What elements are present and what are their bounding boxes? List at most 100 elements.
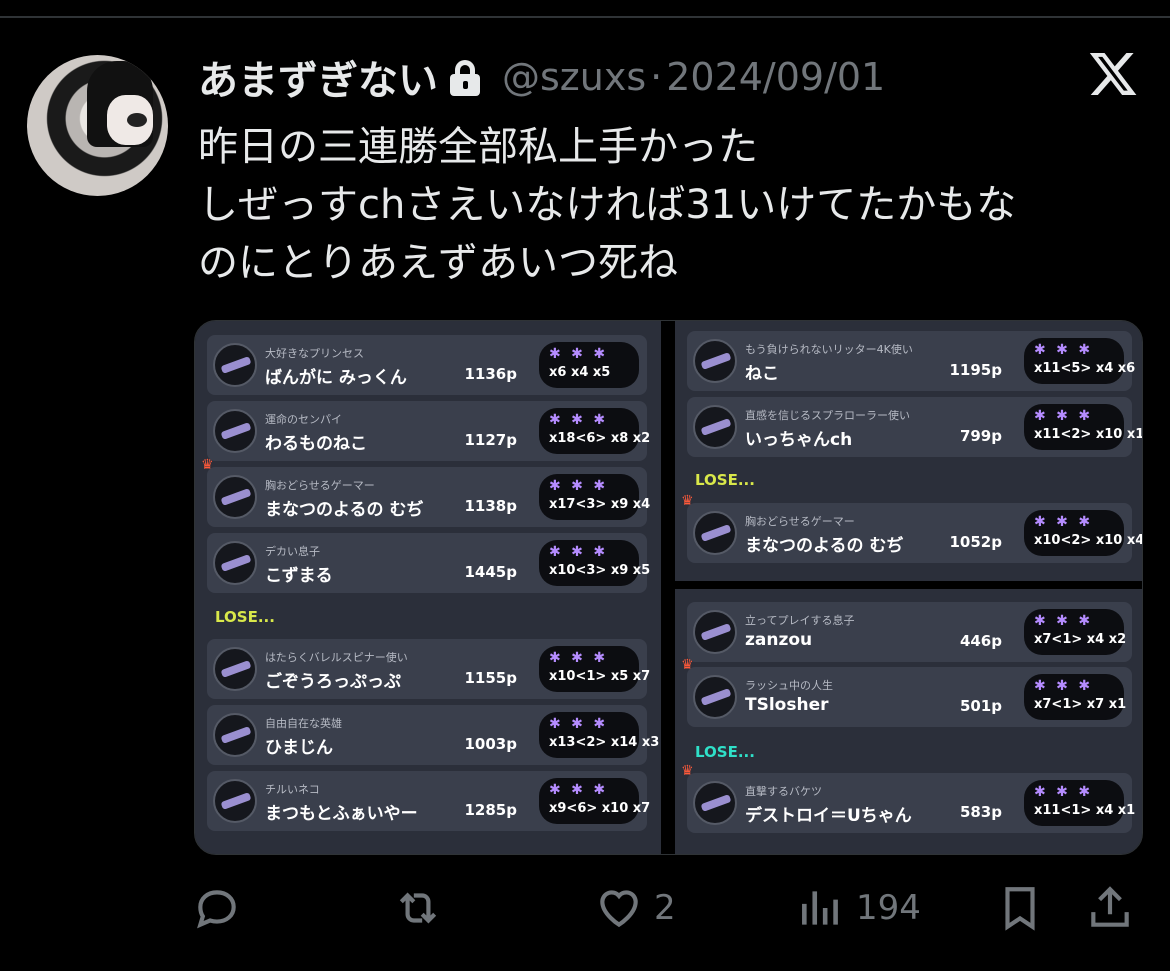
player-name: わるものねこ [265, 434, 367, 454]
crown-icon: ♛ [201, 457, 214, 473]
player-title: デカい息子 [265, 545, 320, 558]
stat-icons: ✱ ✱ ✱ [549, 544, 609, 560]
player-name: いっちゃんch [745, 430, 853, 450]
weapon-icon [213, 713, 257, 757]
player-name: まなつのよるの むぢ [265, 500, 424, 520]
weapon-icon [213, 541, 257, 585]
bookmark-icon [1005, 887, 1035, 931]
player-row: はたらくバレルスピナー使い ごぞうろっぷっぷ 1155p ✱ ✱ ✱ x10<1> x5… [207, 639, 650, 699]
view-count: 194 [856, 888, 921, 928]
crown-icon: ♛ [681, 493, 694, 509]
avatar[interactable] [27, 55, 168, 196]
stat-values: x13<2> x14 x3 [549, 735, 660, 750]
player-name: まなつのよるの むぢ [745, 536, 904, 556]
stat-icons: ✱ ✱ ✱ [549, 412, 609, 428]
heart-icon [600, 890, 638, 928]
player-points: 1195p [949, 361, 1003, 379]
player-points: 446p [959, 632, 1002, 650]
player-name: ごぞうろっぷっぷ [265, 672, 401, 692]
bookmark-button[interactable] [995, 880, 1045, 936]
player-row: デカい息子こずまる 1445p ✱ ✱ ✱ x10<3> x9 x5 [207, 533, 651, 593]
player-title: チルいネコ [265, 783, 320, 796]
tweet-image[interactable]: 大好きなプリンセス ばんがに みっくん 1136p ✱ ✱ ✱ x6 x4 x5 運命のセ… [194, 320, 1143, 855]
player-row: 直感を信じるスプラローラー使いいっちゃんch 799p ✱ ✱ ✱ x11<2> x1… [687, 397, 1142, 457]
handle[interactable]: @szuxs [502, 55, 646, 99]
player-row: 運命のセンパイわるものねこ 1127p ✱ ✱ ✱ x18<6> x8 x2 [207, 401, 650, 461]
player-name: デストロイ＝Uちゃん [745, 806, 912, 826]
player-title: はたらくバレルスピナー使い [265, 651, 408, 664]
stats-badge: ✱ ✱ ✱ x9<6> x10 x7 [539, 778, 650, 824]
like-count: 2 [654, 888, 676, 928]
separator: · [650, 55, 663, 99]
stat-icons: ✱ ✱ ✱ [1034, 514, 1094, 530]
player-name: まつもとふぁいやー [265, 804, 418, 824]
lose-label: LOSE... [215, 608, 275, 626]
display-name[interactable]: あまずぎない [198, 48, 438, 106]
player-row: 立ってプレイする息子 zanzou 446p ✱ ✱ ✱ x7<1> x4 x2 [687, 602, 1132, 662]
stat-values: x10<2> x10 x4 [1034, 533, 1143, 548]
stat-icons: ✱ ✱ ✱ [1034, 342, 1094, 358]
stat-icons: ✱ ✱ ✱ [1034, 408, 1094, 424]
retweet-button[interactable] [393, 880, 443, 936]
stats-badge: ✱ ✱ ✱ x6 x4 x5 [539, 342, 639, 388]
stats-badge: ✱ ✱ ✱ x10<2> x10 x4 [1024, 510, 1142, 556]
player-row: ♛ 直撃するバケツ デストロイ＝Uちゃん 583p ✱ ✱ ✱ x11<1> x4 x1 [681, 763, 1135, 833]
player-title: 直撃するバケツ [745, 785, 822, 798]
share-icon [1091, 886, 1129, 927]
player-row: ♛ 胸おどらせるゲーマー まなつのよるの むぢ 1138p ✱ ✱ ✱ x17<3> x9… [201, 457, 651, 527]
weapon-icon [693, 781, 737, 825]
weapon-icon [693, 405, 737, 449]
left-result-panel: 大好きなプリンセス ばんがに みっくん 1136p ✱ ✱ ✱ x6 x4 x5 運命のセ… [195, 321, 661, 854]
stat-values: x11<2> x10 x1 [1034, 427, 1143, 442]
weapon-icon [693, 339, 737, 383]
stat-values: x10<3> x9 x5 [549, 563, 651, 578]
views-button[interactable]: 194 [796, 880, 921, 936]
weapon-icon [213, 409, 257, 453]
player-points: 799p [959, 427, 1002, 445]
player-points: 1052p [949, 533, 1003, 551]
reply-button[interactable] [192, 880, 242, 936]
stat-values: x11<5> x4 x6 [1034, 361, 1136, 376]
player-title: 自由自在な英雄 [265, 717, 342, 730]
player-title: もう負けられないリッター4K使い [745, 343, 913, 356]
stat-icons: ✱ ✱ ✱ [549, 478, 609, 494]
timestamp[interactable]: 2024/09/01 [666, 55, 885, 99]
crown-icon: ♛ [681, 657, 694, 673]
player-row: ♛ ラッシュ中の人生 TSlosher 501p ✱ ✱ ✱ x7<1> x7 x1 [681, 657, 1132, 727]
stat-values: x9<6> x10 x7 [549, 801, 651, 816]
stat-icons: ✱ ✱ ✱ [1034, 678, 1094, 694]
stat-values: x7<1> x4 x2 [1034, 632, 1127, 647]
player-title: 直感を信じるスプラローラー使い [745, 409, 910, 422]
player-points: 1127p [464, 431, 518, 449]
player-title: 運命のセンパイ [265, 413, 342, 426]
player-row: 自由自在な英雄 ひまじん 1003p ✱ ✱ ✱ x13<2> x14 x3 [207, 705, 659, 765]
weapon-icon [693, 610, 737, 654]
player-name: こずまる [265, 566, 333, 586]
stats-badge: ✱ ✱ ✱ x18<6> x8 x2 [539, 408, 650, 454]
player-row: チルいネコ まつもとふぁいやー 1285p ✱ ✱ ✱ x9<6> x10 x7 [207, 771, 650, 831]
share-button[interactable] [1085, 880, 1135, 936]
top-divider [0, 16, 1170, 18]
stat-icons: ✱ ✱ ✱ [1034, 613, 1094, 629]
horizontal-divider [675, 581, 1142, 589]
stats-badge: ✱ ✱ ✱ x7<1> x4 x2 [1024, 609, 1127, 655]
player-name: zanzou [745, 630, 813, 650]
like-button[interactable]: 2 [594, 880, 676, 936]
stat-values: x6 x4 x5 [549, 365, 611, 380]
player-points: 1136p [464, 365, 518, 383]
player-points: 583p [959, 803, 1002, 821]
stat-values: x17<3> x9 x4 [549, 497, 651, 512]
player-name: TSlosher [745, 695, 829, 715]
player-title: ラッシュ中の人生 [745, 679, 833, 692]
stat-icons: ✱ ✱ ✱ [549, 650, 609, 666]
x-logo-icon[interactable] [1087, 48, 1139, 100]
stat-values: x18<6> x8 x2 [549, 431, 651, 446]
player-points: 1445p [464, 563, 518, 581]
stat-values: x7<1> x7 x1 [1034, 697, 1127, 712]
player-name: ばんがに みっくん [265, 368, 407, 388]
stat-icons: ✱ ✱ ✱ [549, 346, 609, 362]
weapon-icon [693, 511, 737, 555]
weapon-icon [693, 675, 737, 719]
stats-badge: ✱ ✱ ✱ x10<1> x5 x7 [539, 646, 650, 692]
stats-badge: ✱ ✱ ✱ x11<5> x4 x6 [1024, 338, 1135, 384]
